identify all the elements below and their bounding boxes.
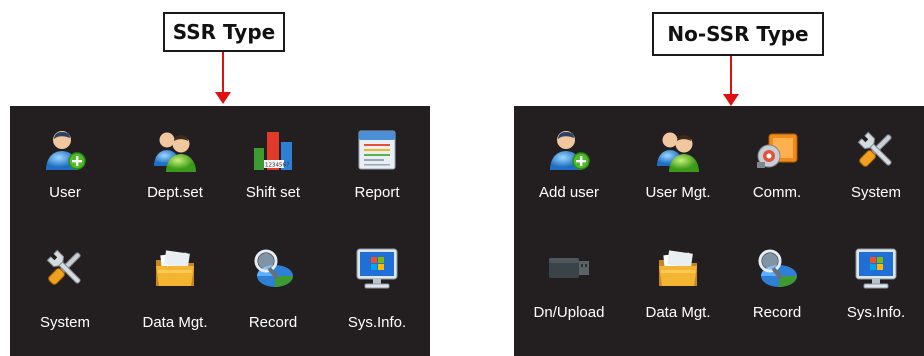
- menu-item-user-mgt[interactable]: User Mgt.: [628, 128, 728, 228]
- ssr-type-arrow: [213, 52, 233, 104]
- menu-item-record[interactable]: Record: [727, 246, 827, 346]
- menu-item-shift-set[interactable]: 1234567 Shift set: [223, 128, 323, 228]
- menu-item-dept-set[interactable]: Dept.set: [125, 128, 225, 228]
- ssr-type-title: SSR Type: [163, 12, 285, 52]
- menu-item-label: Shift set: [245, 184, 301, 201]
- menu-item-label: System: [39, 314, 90, 331]
- menu-item-label: Report: [354, 184, 400, 201]
- menu-item-sys-info[interactable]: Sys.Info.: [826, 246, 924, 346]
- menu-item-record[interactable]: Record: [223, 246, 323, 346]
- monitor-icon: [854, 246, 898, 290]
- menu-item-label: Sys.Info.: [846, 304, 906, 321]
- menu-item-user[interactable]: User: [15, 128, 115, 228]
- comm-icon: [755, 128, 799, 172]
- menu-item-label: User: [49, 184, 81, 201]
- tools-icon: [43, 246, 87, 290]
- menu-item-system[interactable]: System: [15, 246, 115, 346]
- menu-item-label: Sys.Info.: [347, 314, 407, 331]
- shift-chart-icon: 1234567: [251, 128, 295, 172]
- users-group-icon: [656, 128, 700, 172]
- folder-icon: [153, 246, 197, 290]
- menu-item-dn-upload[interactable]: Dn/Upload: [519, 246, 619, 346]
- ssr-type-menu-screen: User Dept.set 1234567 Shift set Report S…: [10, 106, 430, 356]
- record-icon: [755, 246, 799, 290]
- menu-item-label: Add user: [538, 184, 600, 201]
- no-ssr-type-menu-screen: Add user User Mgt. Comm. System Dn/Uploa…: [514, 106, 924, 356]
- menu-item-data-mgt[interactable]: Data Mgt.: [125, 246, 225, 346]
- record-icon: [251, 246, 295, 290]
- menu-item-label: Dn/Upload: [533, 304, 605, 321]
- svg-text:1234567: 1234567: [265, 163, 290, 169]
- menu-item-label: Record: [248, 314, 298, 331]
- folder-icon: [656, 246, 700, 290]
- usb-drive-icon: [547, 246, 591, 290]
- menu-item-sys-info[interactable]: Sys.Info.: [327, 246, 427, 346]
- no-ssr-type-title: No-SSR Type: [652, 12, 824, 56]
- monitor-icon: [355, 246, 399, 290]
- menu-item-add-user[interactable]: Add user: [519, 128, 619, 228]
- user-add-icon: [43, 128, 87, 172]
- users-group-icon: [153, 128, 197, 172]
- menu-item-label: System: [850, 184, 901, 201]
- menu-item-report[interactable]: Report: [327, 128, 427, 228]
- user-add-icon: [547, 128, 591, 172]
- menu-item-system[interactable]: System: [826, 128, 924, 228]
- menu-item-comm[interactable]: Comm.: [727, 128, 827, 228]
- menu-item-data-mgt[interactable]: Data Mgt.: [628, 246, 728, 346]
- no-ssr-type-arrow: [721, 56, 741, 106]
- report-icon: [355, 128, 399, 172]
- tools-icon: [854, 128, 898, 172]
